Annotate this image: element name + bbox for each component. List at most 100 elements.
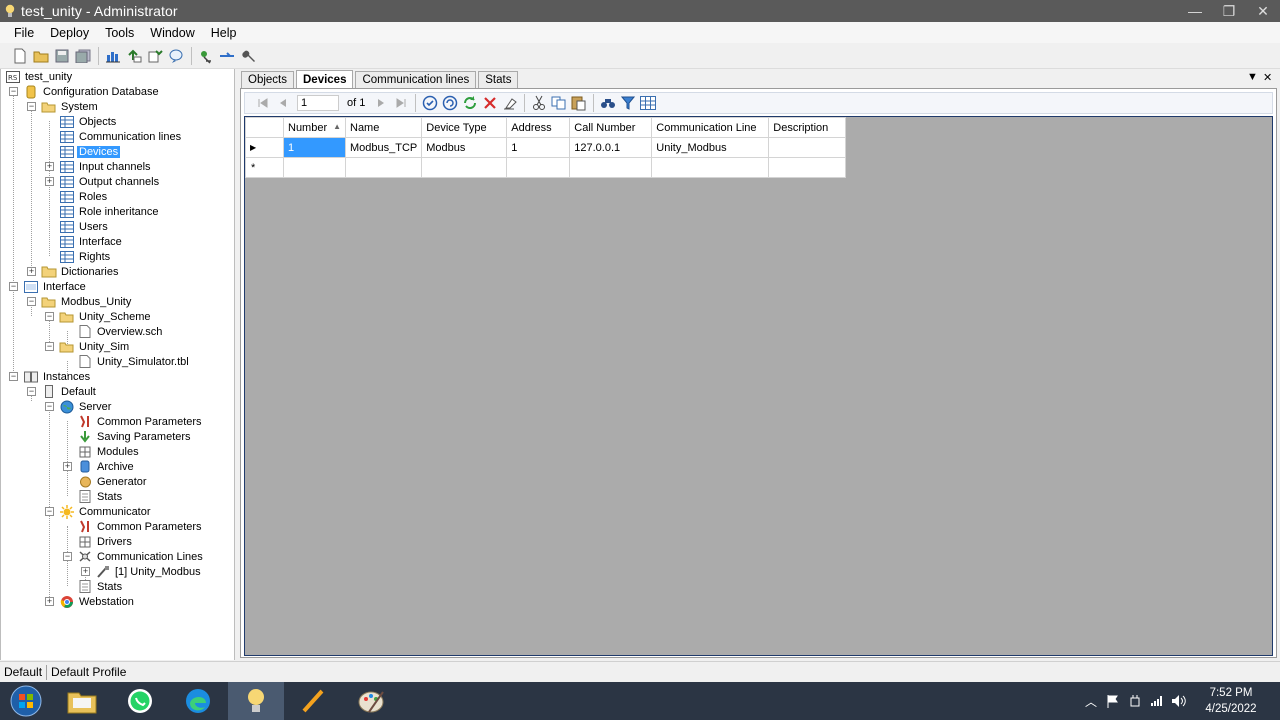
refresh-icon[interactable] [460,94,480,112]
collapse-instances[interactable]: − [9,372,18,381]
tree-node-comm-lines[interactable]: Communication Lines [77,549,205,564]
transfer-icon[interactable] [217,46,237,66]
expand-output-channels[interactable]: + [45,177,54,186]
cell-name[interactable]: Modbus_TCP [344,137,423,158]
tree-node-comm-stats[interactable]: Stats [77,579,124,594]
start-button[interactable] [0,682,52,720]
tab-objects[interactable]: Objects [241,71,294,88]
tree-node-generator[interactable]: Generator [77,474,149,489]
expand-unity-modbus-line[interactable]: + [81,567,90,576]
filter-icon[interactable] [618,94,638,112]
cell-device-type[interactable]: Modbus [421,137,508,158]
tree-node-input-channels[interactable]: Input channels [59,159,153,174]
tab-devices[interactable]: Devices [296,70,354,88]
taskbar-clock[interactable]: 7:52 PM 4/25/2022 [1196,685,1266,717]
current-row-marker[interactable]: ▶ [245,137,284,158]
tree-node-devices[interactable]: Devices [59,144,121,159]
undo-icon[interactable] [440,94,460,112]
tree-node-server[interactable]: Server [59,399,113,414]
tab-list-dropdown-icon[interactable]: ▼ [1247,71,1258,83]
maximize-button[interactable]: ❐ [1212,0,1246,22]
edge-taskbar-icon[interactable] [170,682,226,720]
new-file-icon[interactable] [10,46,30,66]
table-row[interactable]: ▶ 1 Modbus_TCP Modbus 1 127.0.0.1 Unity_… [245,137,847,158]
rapid-scada-taskbar-icon[interactable] [228,682,284,720]
tree-node-dictionaries[interactable]: Dictionaries [41,264,120,279]
tab-communication-lines[interactable]: Communication lines [355,71,477,88]
cell-description[interactable] [768,137,847,158]
tree-node-instances[interactable]: Instances [23,369,92,384]
tree-node-interface[interactable]: Interface [23,279,88,294]
menu-help[interactable]: Help [203,26,245,40]
expand-webstation[interactable]: + [45,597,54,606]
eraser-icon[interactable] [500,94,520,112]
tree-node-webstation[interactable]: Webstation [59,594,136,609]
position-input[interactable]: 1 [297,95,339,111]
tree-node-unity-modbus-line[interactable]: [1] Unity_Modbus [95,564,203,579]
tree-node-users[interactable]: Users [59,219,110,234]
deploy-icon[interactable] [196,46,216,66]
column-header-name[interactable]: Name [344,117,423,138]
close-window-button[interactable]: ✕ [1246,0,1280,22]
collapse-communication-lines[interactable]: − [63,552,72,561]
volume-speaker-icon[interactable] [1168,682,1190,720]
expand-input-channels[interactable]: + [45,162,54,171]
expand-archive[interactable]: + [63,462,72,471]
column-header-address[interactable]: Address [506,117,571,138]
tree-node-saving-parameters[interactable]: Saving Parameters [77,429,193,444]
column-header-call-number[interactable]: Call Number [569,117,653,138]
new-cell[interactable] [569,157,653,178]
tree-node-output-channels[interactable]: Output channels [59,174,161,189]
tree-node-system[interactable]: System [41,99,100,114]
help-balloon-icon[interactable] [166,46,186,66]
column-header-communication-line[interactable]: Communication Line [651,117,770,138]
collapse-system[interactable]: − [27,102,36,111]
open-folder-icon[interactable] [31,46,51,66]
download-icon[interactable] [145,46,165,66]
tree-node-communicator[interactable]: Communicator [59,504,153,519]
collapse-interface[interactable]: − [9,282,18,291]
tree-node-archive[interactable]: Archive [77,459,136,474]
tree-node-rights[interactable]: Rights [59,249,112,264]
new-cell[interactable] [283,157,346,178]
collapse-config-db[interactable]: − [9,87,18,96]
tree-node-config-db[interactable]: Configuration Database [23,84,161,99]
collapse-default[interactable]: − [27,387,36,396]
power-plug-icon[interactable] [1124,682,1146,720]
next-record-icon[interactable] [371,94,391,112]
tree-node-overview-sch[interactable]: Overview.sch [77,324,164,339]
cell-call-number[interactable]: 127.0.0.1 [569,137,653,158]
collapse-unity-scheme[interactable]: − [45,312,54,321]
tree-node-unity-sim[interactable]: Unity_Sim [59,339,131,354]
save-icon[interactable] [52,46,72,66]
paint-taskbar-icon[interactable] [344,682,400,720]
new-cell[interactable] [421,157,508,178]
whatsapp-taskbar-icon[interactable] [112,682,168,720]
delete-icon[interactable] [480,94,500,112]
tree-node-unity-scheme[interactable]: Unity_Scheme [59,309,153,324]
collapse-unity-sim[interactable]: − [45,342,54,351]
file-explorer-taskbar-icon[interactable] [54,682,110,720]
tree-node-drivers[interactable]: Drivers [77,534,134,549]
menu-deploy[interactable]: Deploy [42,26,97,40]
menu-file[interactable]: File [6,26,42,40]
cell-number[interactable]: 1 [283,137,346,158]
cell-communication-line[interactable]: Unity_Modbus [651,137,770,158]
network-signal-icon[interactable] [1146,682,1168,720]
collapse-communicator[interactable]: − [45,507,54,516]
wrench-icon[interactable] [238,46,258,66]
new-row-marker[interactable]: * [245,157,284,178]
tree-node-server-stats[interactable]: Stats [77,489,124,504]
column-header-number[interactable]: Number ▲ [283,117,346,138]
cell-address[interactable]: 1 [506,137,571,158]
new-cell[interactable] [651,157,770,178]
tray-overflow-chevron-icon[interactable]: ︿ [1080,682,1102,720]
tree-node-server-common-parameters[interactable]: Common Parameters [77,414,204,429]
tree-node-roles[interactable]: Roles [59,189,109,204]
tab-stats[interactable]: Stats [478,71,519,88]
tree-node-unity-simulator-tbl[interactable]: Unity_Simulator.tbl [77,354,191,369]
paste-icon[interactable] [569,94,589,112]
minimize-button[interactable]: — [1178,0,1212,22]
prev-record-icon[interactable] [273,94,293,112]
pencil-taskbar-icon[interactable] [286,682,342,720]
